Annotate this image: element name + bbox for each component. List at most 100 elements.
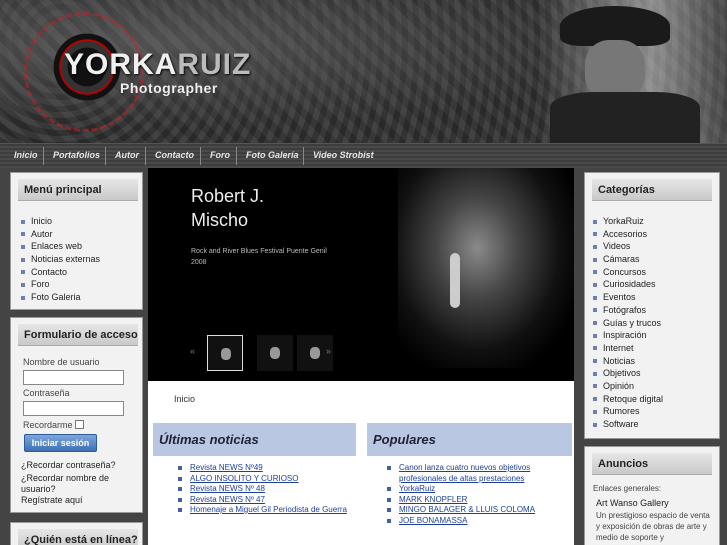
news-item-label: Revista NEWS Nº49 [190, 463, 263, 472]
categories-list: YorkaRuiz Accesorios Videos Cámaras Conc… [593, 215, 663, 431]
category-item[interactable]: Retoque digital [593, 393, 663, 406]
popular-item[interactable]: MARK KNOPFLER [387, 495, 567, 506]
category-item[interactable]: Software [593, 418, 663, 431]
bullet-icon [593, 219, 597, 224]
slide-photo [398, 168, 574, 368]
menu-item-label: Contacto [31, 266, 68, 277]
news-item[interactable]: Homenaje a Miguel Gil Periodista de Guer… [178, 505, 353, 516]
latest-news-list: Revista NEWS Nº49 ALGO INSOLITO Y CURIOS… [178, 463, 353, 516]
bullet-icon [593, 244, 597, 249]
nav-item-video-strobist[interactable]: Video Strobist [313, 150, 374, 160]
nav-separator [200, 147, 201, 165]
news-item[interactable]: Revista NEWS Nº49 [178, 463, 353, 474]
category-item[interactable]: Videos [593, 240, 663, 253]
nav-separator [105, 147, 106, 165]
popular-item[interactable]: Canon lanza cuatro nuevos objetivos prof… [387, 463, 567, 484]
news-item[interactable]: Revista NEWS Nº 48 [178, 484, 353, 495]
main-menu-item-contacto[interactable]: Contacto [21, 266, 100, 279]
password-input[interactable] [23, 401, 124, 416]
bullet-icon [387, 497, 391, 502]
category-item[interactable]: Fotógrafos [593, 304, 663, 317]
main-navigation: Inicio Portafolios Autor Contacto Foro F… [0, 143, 727, 168]
ads-title: Anuncios [592, 453, 712, 475]
category-item[interactable]: Opinión [593, 380, 663, 393]
login-module: Formulario de acceso Nombre de usuario C… [10, 317, 143, 513]
site-logo[interactable]: YORKARUIZ [64, 48, 251, 82]
latest-news-box: Últimas noticias Revista NEWS Nº49 ALGO … [153, 423, 356, 545]
menu-item-label: Autor [31, 228, 53, 239]
popular-item-label: Canon lanza cuatro nuevos objetivos prof… [399, 463, 531, 483]
logo-subtitle: Photographer [120, 80, 218, 96]
bullet-icon [593, 232, 597, 237]
category-item[interactable]: YorkaRuiz [593, 215, 663, 228]
register-link[interactable]: Regístrate aquí [21, 495, 83, 506]
bullet-icon [178, 497, 182, 502]
category-item[interactable]: Accesorios [593, 228, 663, 241]
nav-item-autor[interactable]: Autor [115, 150, 139, 160]
popular-item[interactable]: YorkaRuiz [387, 484, 567, 495]
remember-checkbox[interactable] [75, 420, 84, 429]
next-arrow-icon[interactable]: » [326, 346, 331, 356]
news-item[interactable]: Revista NEWS Nº 47 [178, 495, 353, 506]
popular-title: Populares [367, 423, 572, 456]
bullet-icon [21, 295, 25, 300]
slide-thumbnail-1[interactable] [207, 335, 243, 371]
logo-text-a: YORKA [64, 48, 178, 81]
forgot-password-link[interactable]: ¿Recordar contraseña? [21, 460, 141, 471]
prev-arrow-icon[interactable]: « [190, 346, 195, 356]
whos-online-module: ¿Quién está en línea? [10, 522, 143, 545]
thumbnail-image [270, 347, 280, 359]
category-label: Inspiración [603, 330, 647, 341]
category-item[interactable]: Internet [593, 342, 663, 355]
category-item[interactable]: Noticias [593, 355, 663, 368]
bullet-icon [593, 409, 597, 414]
bullet-icon [593, 333, 597, 338]
category-item[interactable]: Eventos [593, 291, 663, 304]
username-input[interactable] [23, 370, 124, 385]
category-item[interactable]: Concursos [593, 266, 663, 279]
main-menu-item-enlaces-web[interactable]: Enlaces web [21, 240, 100, 253]
main-menu-item-autor[interactable]: Autor [21, 228, 100, 241]
category-item[interactable]: Curiosidades [593, 278, 663, 291]
ad-title-link[interactable]: Art Wanso Gallery [596, 498, 669, 509]
nav-item-foro[interactable]: Foro [210, 150, 230, 160]
bullet-icon [178, 466, 182, 470]
category-item[interactable]: Cámaras [593, 253, 663, 266]
popular-item[interactable]: MINGO BALAGER & LLUIS COLOMA [387, 505, 567, 516]
nav-item-foto-galeria[interactable]: Foto Galería [246, 150, 299, 160]
breadcrumb[interactable]: Inicio [174, 394, 195, 404]
main-menu-item-foro[interactable]: Foro [21, 278, 100, 291]
nav-item-contacto[interactable]: Contacto [155, 150, 194, 160]
main-menu-item-foto-galeria[interactable]: Foto Galeria [21, 291, 100, 304]
ads-section-label: Enlaces generales: [593, 484, 662, 493]
ads-module: Anuncios Enlaces generales: Art Wanso Ga… [584, 446, 720, 545]
bullet-icon [387, 508, 391, 512]
category-label: Internet [603, 342, 634, 353]
bullet-icon [593, 282, 597, 287]
category-label: Guías y trucos [603, 317, 662, 328]
categories-title: Categorías [592, 179, 712, 201]
forgot-username-link[interactable]: ¿Recordar nombre de usuario? [21, 473, 116, 495]
slide-thumbnail-2[interactable] [257, 335, 293, 371]
category-item[interactable]: Rumores [593, 405, 663, 418]
main-content-area: Inicio Últimas noticias Revista NEWS Nº4… [148, 381, 574, 545]
category-item[interactable]: Inspiración [593, 329, 663, 342]
category-item[interactable]: Objetivos [593, 367, 663, 380]
category-item[interactable]: Guías y trucos [593, 317, 663, 330]
category-label: Rumores [603, 406, 640, 417]
news-item[interactable]: ALGO INSOLITO Y CURIOSO [178, 474, 353, 485]
category-label: Cámaras [603, 254, 640, 265]
popular-item[interactable]: JOE BONAMASSA [387, 516, 567, 527]
main-menu-item-inicio[interactable]: Inicio [21, 215, 100, 228]
bullet-icon [387, 466, 391, 470]
main-menu-item-noticias-externas[interactable]: Noticias externas [21, 253, 100, 266]
bullet-icon [593, 397, 597, 402]
bullet-icon [593, 422, 597, 427]
login-button[interactable]: Iniciar sesión [24, 434, 97, 452]
nav-item-inicio[interactable]: Inicio [14, 150, 38, 160]
main-menu-module: Menú principal Inicio Autor Enlaces web … [10, 172, 143, 310]
nav-item-portafolios[interactable]: Portafolios [53, 150, 100, 160]
ad-description: Un prestigioso espacio de venta y exposi… [596, 511, 710, 542]
news-item-label: Revista NEWS Nº 48 [190, 484, 265, 493]
nav-separator [145, 147, 146, 165]
